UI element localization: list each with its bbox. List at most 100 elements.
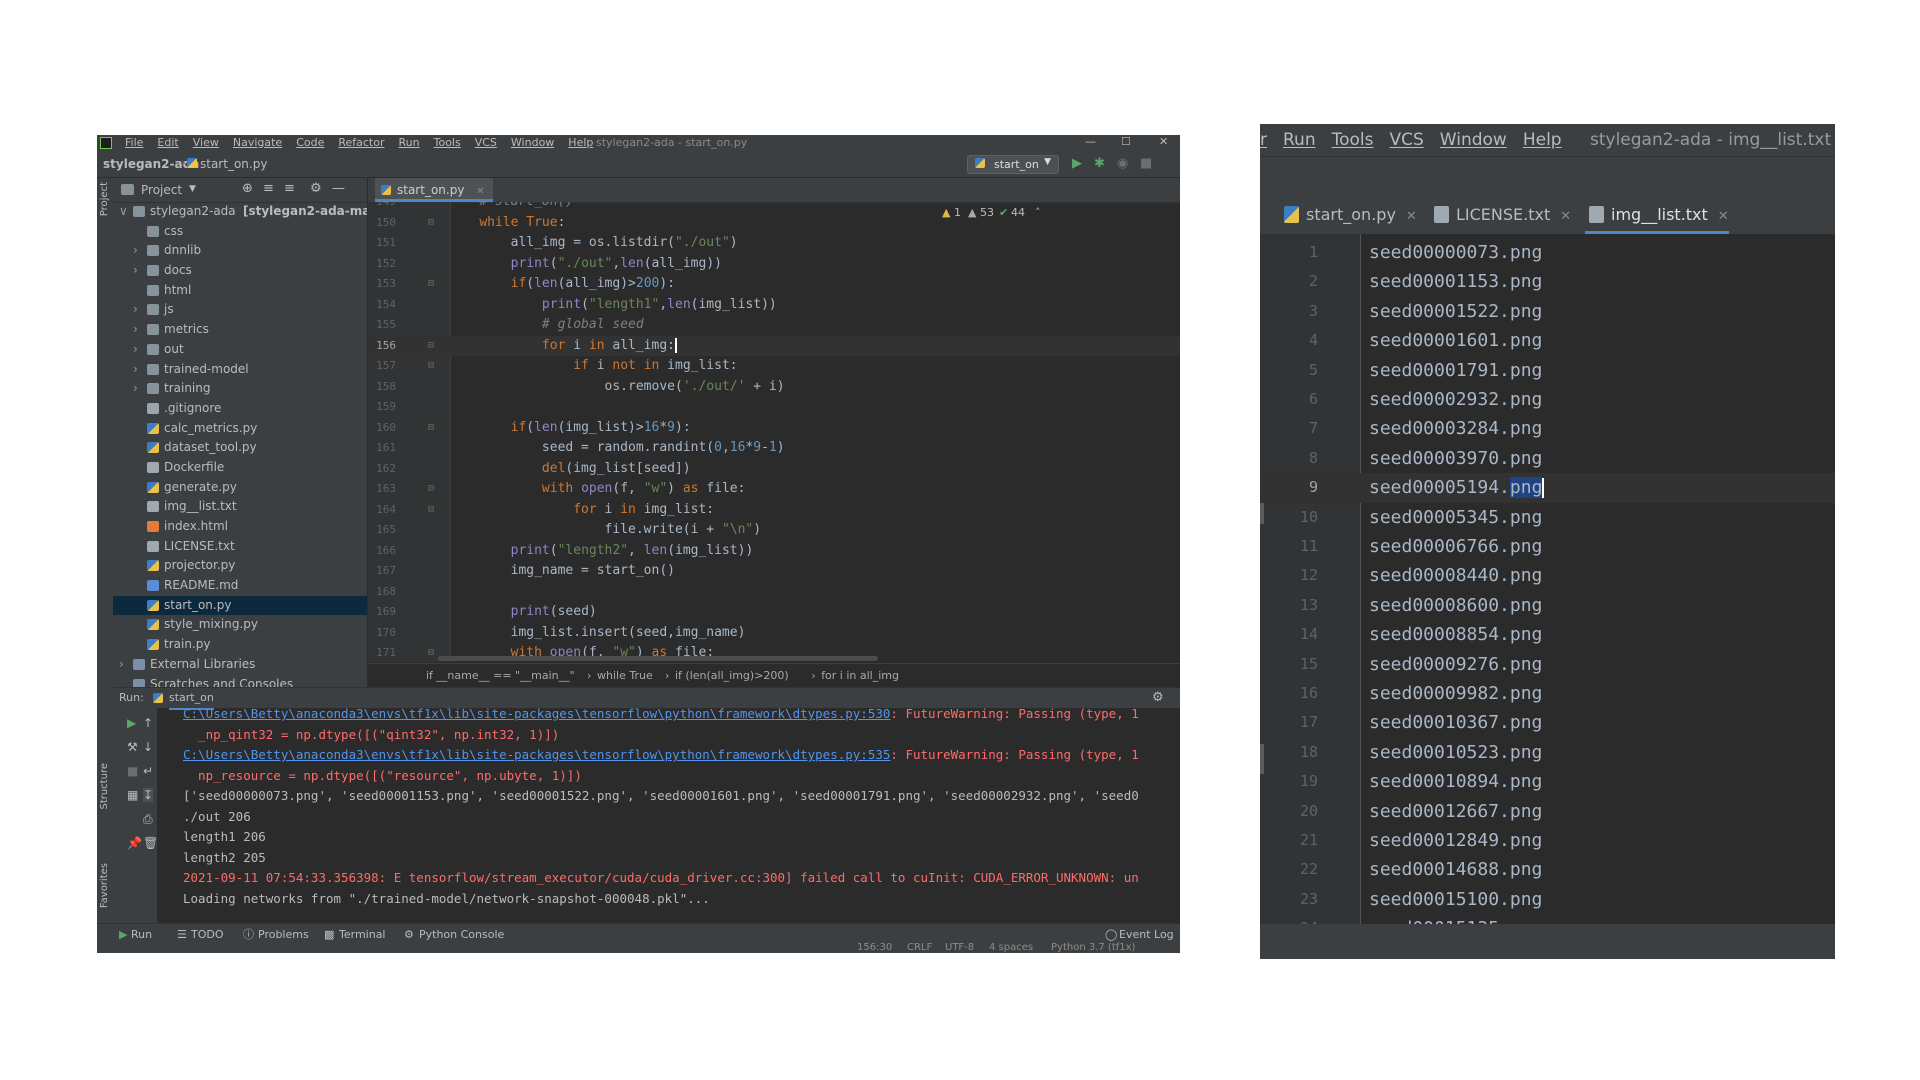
expand-all-icon[interactable]: ≡ <box>263 181 274 196</box>
right-tab-start-on-py[interactable]: start_on.py ✕ <box>1280 196 1417 234</box>
text-line[interactable]: 11 seed00006766.png <box>1260 532 1835 561</box>
right-menu-item-r[interactable]: r <box>1260 124 1267 156</box>
menu-item-edit[interactable]: Edit <box>157 136 178 149</box>
locate-icon[interactable]: ⊕ <box>242 181 253 196</box>
status-item[interactable]: CRLF <box>907 942 932 953</box>
code-line[interactable]: 155 # global seed <box>368 315 1180 336</box>
code-line[interactable]: 159 <box>368 397 1180 418</box>
layout-icon[interactable]: ▦ <box>127 788 138 802</box>
breadcrumb-item[interactable]: if (len(all_img)>200) <box>675 664 789 688</box>
menu-item-code[interactable]: Code <box>296 136 324 149</box>
status-item[interactable]: 4 spaces <box>989 942 1033 953</box>
bottom-tab-terminal[interactable]: Terminal <box>339 924 386 946</box>
fold-marker-icon[interactable]: ⊟ <box>428 336 434 357</box>
code-line[interactable]: 170 img_list.insert(seed,img_name) <box>368 623 1180 644</box>
run-tab-start-on[interactable]: start_on <box>169 688 214 710</box>
tree-item[interactable]: img__list.txt <box>113 497 367 517</box>
close-tab-icon[interactable]: ✕ <box>1718 209 1729 224</box>
bottom-tab-todo[interactable]: TODO <box>191 924 224 946</box>
breadcrumb-file[interactable]: start_on.py <box>200 157 267 171</box>
code-line[interactable]: 168 <box>368 582 1180 603</box>
structure-tool-label[interactable]: Structure <box>99 763 110 810</box>
chevron-right-icon[interactable]: › <box>133 261 143 281</box>
chevron-right-icon[interactable]: › <box>119 655 129 675</box>
coverage-icon[interactable]: ◉ <box>1117 156 1128 171</box>
right-tab-img-list-txt[interactable]: img__list.txt ✕ <box>1585 196 1729 234</box>
close-tab-icon[interactable]: ✕ <box>476 186 484 197</box>
text-line[interactable]: 9 seed00005194.png <box>1260 473 1835 503</box>
text-line[interactable]: 20 seed00012667.png <box>1260 797 1835 826</box>
check-icon[interactable]: ✔ <box>999 206 1008 219</box>
text-line[interactable]: 14 seed00008854.png <box>1260 620 1835 649</box>
code-line[interactable]: 156 ⊟ for i in all_img: <box>368 335 1180 357</box>
chevron-down-icon[interactable]: ▼ <box>189 184 196 194</box>
tree-item[interactable]: README.md <box>113 576 367 596</box>
weak-warning-icon[interactable]: ▲ <box>968 206 976 219</box>
code-line[interactable]: 162 del(img_list[seed]) <box>368 459 1180 480</box>
chevron-right-icon[interactable]: › <box>133 360 143 380</box>
text-line[interactable]: 21 seed00012849.png <box>1260 826 1835 855</box>
tree-item[interactable]: › External Libraries <box>113 655 367 675</box>
right-menu-item-vcs[interactable]: VCS <box>1390 124 1424 156</box>
code-line[interactable]: 163 ⊟ with open(f, "w") as file: <box>368 479 1180 500</box>
rerun-icon[interactable]: ▶ <box>127 716 136 730</box>
menu-item-run[interactable]: Run <box>399 136 420 149</box>
fold-marker-icon[interactable]: ⊟ <box>428 213 434 234</box>
tree-item[interactable]: css <box>113 222 367 242</box>
text-line[interactable]: 18 seed00010523.png <box>1260 738 1835 767</box>
code-line[interactable]: 161 seed = random.randint(0,16*9-1) <box>368 438 1180 459</box>
text-line[interactable]: 22 seed00014688.png <box>1260 855 1835 884</box>
breadcrumb-item[interactable]: for i in all_img <box>821 664 899 688</box>
chevron-right-icon[interactable]: › <box>133 340 143 360</box>
close-icon[interactable]: ✕ <box>1159 135 1168 148</box>
tree-item[interactable]: calc_metrics.py <box>113 419 367 439</box>
tab-start-on-py[interactable]: start_on.py ✕ <box>375 178 493 202</box>
text-line[interactable]: 5 seed00001791.png <box>1260 356 1835 385</box>
debug-icon[interactable]: ✱ <box>1094 156 1105 171</box>
code-line[interactable]: 149 # start_on() <box>368 202 1180 213</box>
code-line[interactable]: 154 print("length1",len(img_list)) <box>368 295 1180 316</box>
favorites-tool-label[interactable]: Favorites <box>99 863 110 908</box>
tree-item[interactable]: generate.py <box>113 478 367 498</box>
chevron-right-icon[interactable]: › <box>133 379 143 399</box>
code-line[interactable]: 165 file.write(i + "\n") <box>368 520 1180 541</box>
fold-marker-icon[interactable]: ⊟ <box>428 274 434 295</box>
pin-icon[interactable]: 📌 <box>127 836 142 850</box>
tree-item[interactable]: Dockerfile <box>113 458 367 478</box>
menu-item-navigate[interactable]: Navigate <box>233 136 282 149</box>
tree-item[interactable]: projector.py <box>113 556 367 576</box>
fold-marker-icon[interactable]: ⊟ <box>428 500 434 521</box>
tree-item[interactable]: .gitignore <box>113 399 367 419</box>
run-config-select[interactable]: start_on ▼ <box>967 155 1059 174</box>
print-icon[interactable]: ⎙ <box>143 812 153 827</box>
right-menu-item-run[interactable]: Run <box>1283 124 1316 156</box>
menu-item-file[interactable]: File <box>125 136 143 149</box>
text-line[interactable]: 24 seed00015135.png <box>1260 914 1835 924</box>
hide-panel-icon[interactable]: — <box>332 181 345 196</box>
close-tab-icon[interactable]: ✕ <box>1406 209 1417 224</box>
code-line[interactable]: 151 all_img = os.listdir("./out") <box>368 233 1180 254</box>
menu-item-help[interactable]: Help <box>568 136 593 149</box>
chevron-up-icon[interactable]: ˄ <box>1035 206 1041 219</box>
fold-marker-icon[interactable]: ⊟ <box>428 418 434 439</box>
stop-icon[interactable]: ■ <box>1140 156 1152 171</box>
menu-item-vcs[interactable]: VCS <box>475 136 497 149</box>
arrow-down-icon[interactable]: ↓ <box>143 740 153 754</box>
tree-item[interactable]: train.py <box>113 635 367 655</box>
run-icon[interactable]: ▶ <box>1072 156 1082 171</box>
menu-item-window[interactable]: Window <box>511 136 554 149</box>
collapse-all-icon[interactable]: ≡ <box>284 181 295 196</box>
right-menu-item-tools[interactable]: Tools <box>1332 124 1374 156</box>
gear-icon[interactable]: ⚙ <box>310 181 322 196</box>
text-line[interactable]: 6 seed00002932.png <box>1260 385 1835 414</box>
tree-item[interactable]: › metrics <box>113 320 367 340</box>
trash-icon[interactable]: 🗑 <box>143 836 158 850</box>
fold-marker-icon[interactable]: ⊟ <box>428 479 434 500</box>
code-line[interactable]: 167 img_name = start_on() <box>368 561 1180 582</box>
chevron-right-icon[interactable]: › <box>133 241 143 261</box>
warning-icon[interactable]: ▲ <box>942 206 950 219</box>
scroll-to-end-icon[interactable]: ↧ <box>143 788 154 802</box>
chevron-down-icon[interactable]: ∨ <box>119 202 129 222</box>
stop-icon[interactable]: ■ <box>127 764 138 778</box>
horizontal-scrollbar[interactable] <box>438 656 878 661</box>
